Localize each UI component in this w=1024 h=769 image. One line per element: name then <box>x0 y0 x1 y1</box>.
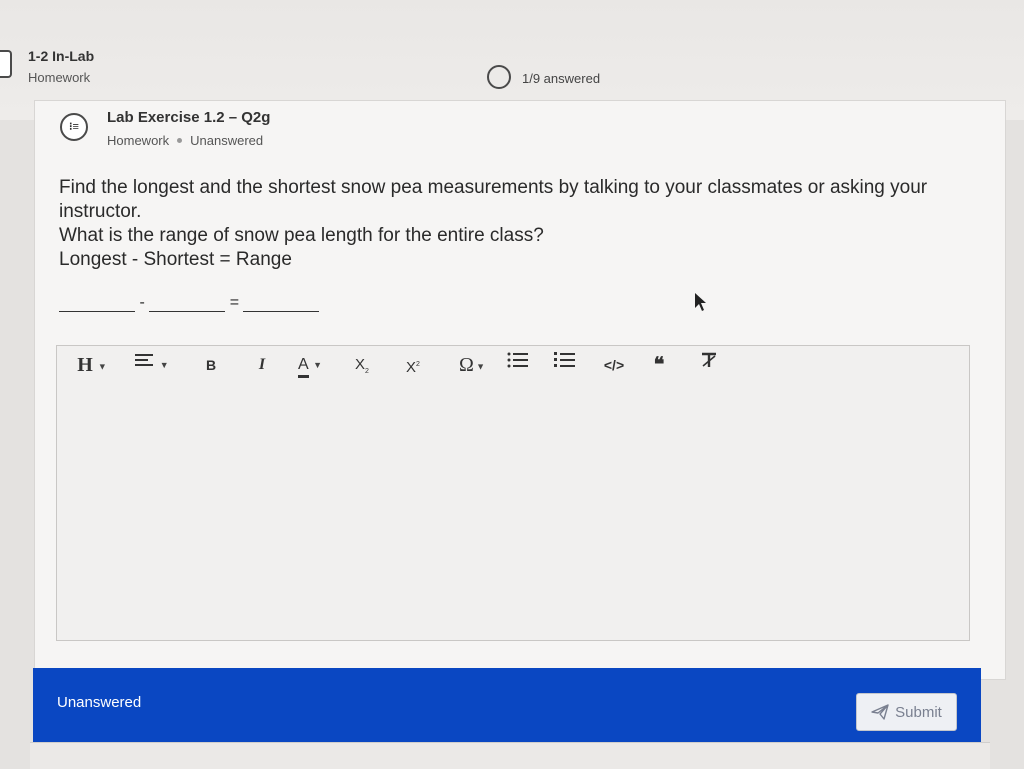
subscript-button[interactable]: X2 <box>348 350 376 380</box>
bold-button[interactable]: B <box>198 350 224 380</box>
assignment-type: Homework <box>28 70 91 85</box>
heading-icon: H <box>77 354 93 376</box>
clear-formatting-icon <box>702 352 716 367</box>
prompt-line-1: Find the longest and the shortest snow p… <box>59 177 928 222</box>
special-characters-button[interactable]: Ω ▼ <box>450 350 494 380</box>
blank-range <box>243 295 320 312</box>
answer-blanks: - = <box>59 294 320 312</box>
numbered-list-icon <box>554 352 575 367</box>
answer-editor[interactable] <box>56 345 970 641</box>
submit-button[interactable]: Submit <box>856 693 957 731</box>
footer-status: Unanswered <box>57 694 142 711</box>
font-color-icon: A <box>297 355 309 379</box>
blockquote-button[interactable]: ❝ <box>646 350 672 380</box>
assignment-title[interactable]: 1-2 In-Lab <box>28 48 94 64</box>
question-category: Homework <box>107 133 170 148</box>
progress-ring-icon <box>487 65 511 89</box>
question-list-icon: ⁝≡ <box>60 113 88 141</box>
blank-longest <box>59 295 135 312</box>
align-left-icon <box>135 354 154 367</box>
superscript-button[interactable]: X2 <box>399 350 427 380</box>
code-button[interactable]: </> <box>598 350 630 380</box>
question-status: Unanswered <box>190 133 264 148</box>
separator-dot <box>177 138 183 143</box>
prompt-line-3: Longest - Shortest = Range <box>59 249 292 270</box>
omega-icon: Ω <box>458 354 474 376</box>
question-title: Lab Exercise 1.2 – Q2g <box>107 109 271 126</box>
next-question-card <box>30 742 990 769</box>
subscript-icon: X <box>355 356 366 373</box>
submit-label: Submit <box>895 703 942 721</box>
paper-plane-icon <box>871 704 889 720</box>
equals-sign: = <box>229 294 240 311</box>
progress-text: 1/9 answered <box>522 71 601 86</box>
bullet-list-button[interactable] <box>505 350 531 380</box>
clear-formatting-button[interactable] <box>696 350 722 380</box>
numbered-list-button[interactable] <box>552 350 578 380</box>
footer-bar <box>33 668 981 742</box>
align-button[interactable]: ▼ <box>130 350 174 380</box>
superscript-icon: X <box>406 359 417 376</box>
heading-button[interactable]: H ▼ <box>72 350 112 380</box>
question-prompt: Find the longest and the shortest snow p… <box>59 176 959 272</box>
prompt-line-2: What is the range of snow pea length for… <box>59 225 544 246</box>
assignment-icon <box>0 50 12 78</box>
italic-button[interactable]: I <box>249 350 275 380</box>
mouse-pointer-icon <box>695 293 706 311</box>
quote-icon: ❝ <box>653 354 665 376</box>
font-color-button[interactable]: A ▼ <box>288 350 332 380</box>
bullet-list-icon <box>507 352 528 368</box>
question-meta: Homework Unanswered <box>107 133 263 148</box>
blank-shortest <box>149 295 226 312</box>
minus-sign: - <box>139 294 145 311</box>
